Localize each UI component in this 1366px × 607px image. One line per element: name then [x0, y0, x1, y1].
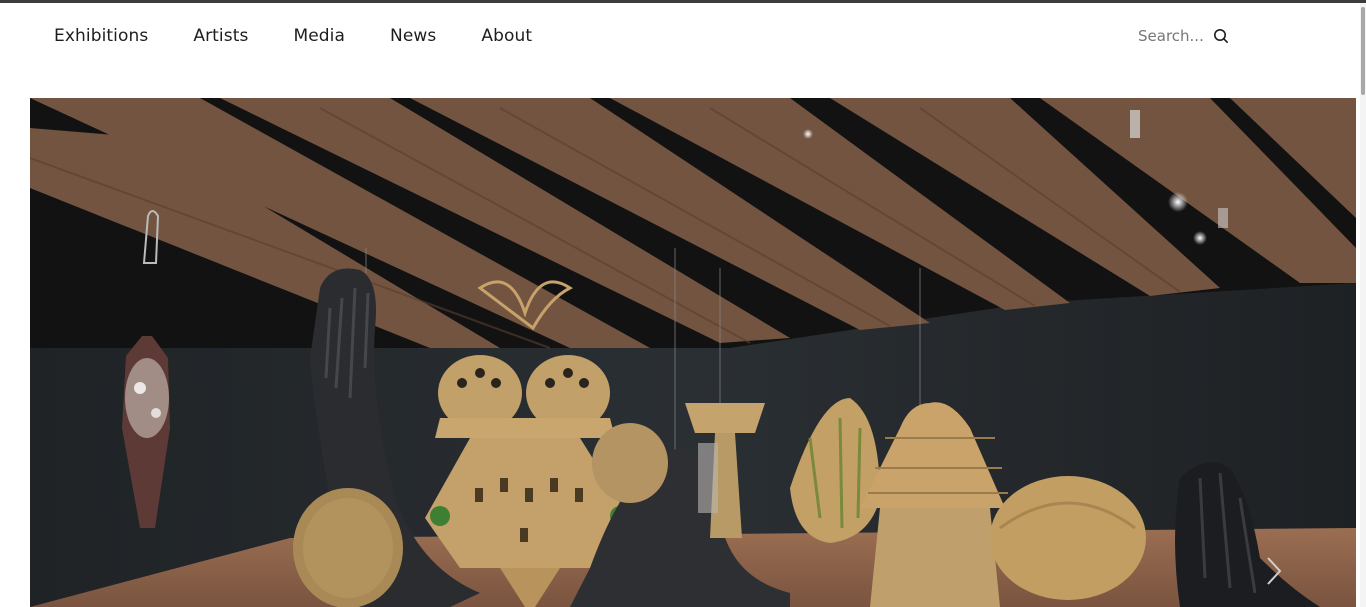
scrollbar-track[interactable]: [1360, 3, 1366, 607]
search-icon[interactable]: [1213, 28, 1229, 44]
nav-exhibitions[interactable]: Exhibitions: [54, 24, 148, 48]
top-border: [0, 0, 1366, 3]
nav-media[interactable]: Media: [293, 24, 345, 48]
gallery-photo: [30, 98, 1356, 607]
hero-image[interactable]: [30, 98, 1356, 607]
nav-about[interactable]: About: [481, 24, 532, 48]
search-placeholder[interactable]: Search...: [1138, 24, 1204, 48]
nav-news[interactable]: News: [390, 24, 436, 48]
main-nav: Exhibitions Artists Media News About: [54, 24, 577, 48]
nav-artists[interactable]: Artists: [193, 24, 248, 48]
search-box[interactable]: Search...: [1138, 24, 1229, 48]
scrollbar-thumb[interactable]: [1361, 7, 1365, 95]
chevron-right-icon[interactable]: [1258, 554, 1288, 588]
